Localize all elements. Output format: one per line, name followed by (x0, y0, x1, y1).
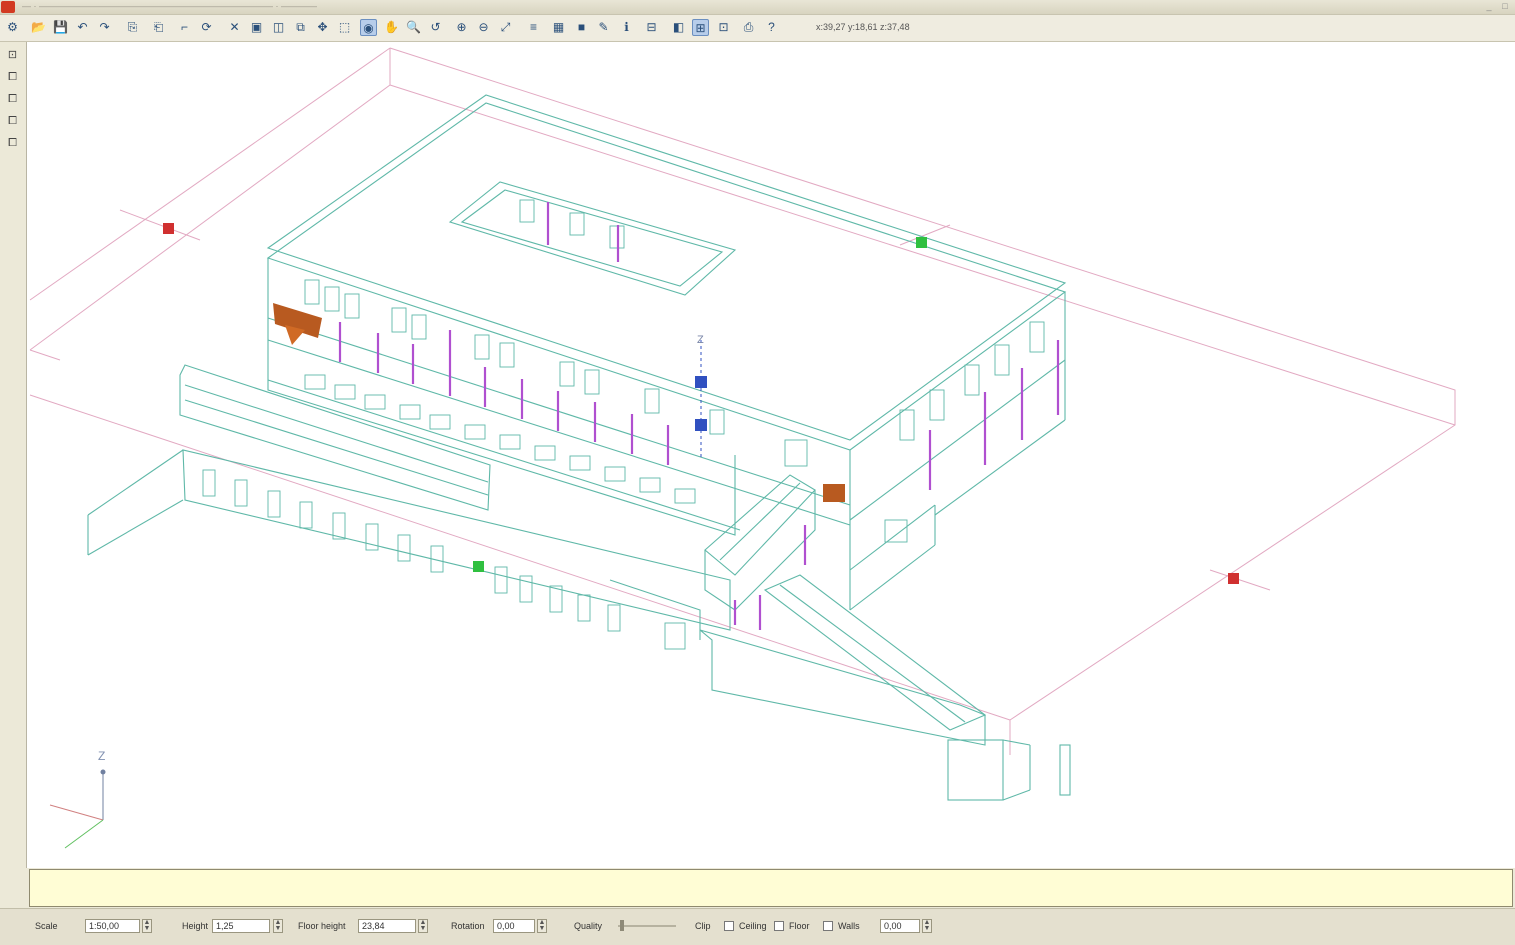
app-logo-icon[interactable] (1, 1, 15, 13)
help-icon[interactable]: ? (763, 19, 780, 36)
quality-slider-track[interactable] (618, 925, 676, 927)
top-view-icon[interactable]: ⧠ (5, 114, 20, 129)
front-view-icon[interactable]: ⧠ (5, 70, 20, 85)
structural-columns (338, 202, 1060, 630)
select-icon[interactable]: ⬚ (336, 19, 353, 36)
floor-checkbox[interactable] (774, 921, 784, 931)
save-icon[interactable]: 💾 (52, 19, 69, 36)
minimize-button[interactable]: _ (1483, 0, 1495, 12)
coordinate-readout: x:39,27 y:18,61 z:37,48 (816, 22, 910, 32)
print-icon[interactable]: ⎙ (740, 19, 757, 36)
floor-height-field[interactable]: 23,84 (358, 919, 416, 933)
floor-label: Floor (789, 921, 810, 931)
paste-icon[interactable]: ⎗ (150, 19, 167, 36)
section-icon[interactable]: ◧ (670, 19, 687, 36)
copy-object-icon[interactable]: ⧉ (292, 19, 309, 36)
quality-label: Quality (574, 921, 603, 931)
scale-field[interactable]: 1:50,00 (85, 919, 140, 933)
marker-green[interactable] (916, 237, 927, 248)
render-icon[interactable]: ▦ (550, 19, 567, 36)
grid-icon[interactable]: ⊡ (715, 19, 732, 36)
scale-stepper[interactable]: ▲ ▼ (142, 919, 152, 933)
marker-green[interactable] (473, 561, 484, 572)
zoom-in-icon[interactable]: ⊕ (453, 19, 470, 36)
select-tool-icon[interactable]: ⊡ (5, 48, 20, 63)
ceiling-label: Ceiling (739, 921, 767, 931)
edit-icon[interactable]: ✎ (595, 19, 612, 36)
axis-gizmo: Z (49, 749, 106, 849)
floor-height-label: Floor height (298, 921, 346, 931)
iso-view-icon[interactable]: ⧠ (5, 136, 20, 151)
undo-icon[interactable]: ↶ (74, 19, 91, 36)
orbit-icon[interactable]: ⟳ (198, 19, 215, 36)
delete-icon[interactable]: ✕ (226, 19, 243, 36)
rotation-stepper[interactable]: ▲ ▼ (537, 919, 547, 933)
walls-stepper[interactable]: ▲ ▼ (922, 919, 932, 933)
quality-slider-thumb[interactable] (620, 920, 624, 931)
walls-label: Walls (838, 921, 860, 931)
fill-icon[interactable]: ■ (573, 19, 590, 36)
z-handle-label: Z (697, 334, 704, 346)
zoom-fit-icon[interactable]: ⤢ (497, 19, 514, 36)
3d-viewport[interactable]: Z Z (27, 42, 1515, 868)
command-line[interactable] (29, 869, 1513, 907)
plan-view-icon[interactable]: ⊞ (692, 19, 709, 36)
rotation-field[interactable]: 0,00 (493, 919, 535, 933)
building-wireframe (87, 94, 1071, 801)
rotate-icon[interactable]: ↺ (427, 19, 444, 36)
pan-icon[interactable]: ✋ (383, 19, 400, 36)
height-label: Height (182, 921, 209, 931)
side-toolbar: ⊡ ⧠ ⧠ ⧠ ⧠ (0, 42, 27, 868)
marker-blue[interactable] (695, 419, 707, 431)
main-toolbar: ⚙ 📂 💾 ↶ ↷ ⎘ ⎗ ⌐ ⟳ ✕ ▣ ◫ ⧉ ✥ ⬚ ◉ ✋ 🔍 ↺ ⊕ ⊖ ⤢ ≡ ▦ ■ ✎ ℹ ⊟ ◧ ⊞ ⊡ ⎙? x:39,2… (0, 15, 1515, 42)
height-field[interactable]: 1,25 (212, 919, 270, 933)
window-title: — · —————————————————————————— · ———— (22, 1, 317, 11)
zoom-out-icon[interactable]: ⊖ (475, 19, 492, 36)
copy-icon[interactable]: ⎘ (124, 19, 141, 36)
list-icon[interactable]: ≡ (525, 19, 542, 36)
zoom-icon[interactable]: 🔍 (405, 19, 422, 36)
layers-icon[interactable]: ◫ (270, 19, 287, 36)
floor-height-stepper[interactable]: ▲ ▼ (418, 919, 428, 933)
box-icon[interactable]: ▣ (248, 19, 265, 36)
settings-icon[interactable]: ⚙ (4, 19, 21, 36)
walls-field[interactable]: 0,00 (880, 919, 920, 933)
open-icon[interactable]: 📂 (30, 19, 47, 36)
view-3d-icon[interactable]: ◉ (360, 19, 377, 36)
axis-z-label: Z (98, 749, 105, 763)
redo-icon[interactable]: ↷ (96, 19, 113, 36)
side-view-icon[interactable]: ⧠ (5, 92, 20, 107)
maximize-button[interactable]: □ (1499, 0, 1511, 12)
model-wireframe[interactable]: Z Z (27, 42, 1515, 868)
marker-blue[interactable] (695, 376, 707, 388)
window-controls: _ □ (1483, 0, 1511, 12)
site-boundary (29, 47, 1456, 755)
title-bar: — · —————————————————————————— · ———— _ … (0, 0, 1515, 15)
height-stepper[interactable]: ▲ ▼ (273, 919, 283, 933)
ceiling-checkbox[interactable] (724, 921, 734, 931)
status-bar: Scale 1:50,00 ▲ ▼ Height 1,25 ▲ ▼ Floor he… (0, 908, 1515, 945)
rotation-label: Rotation (451, 921, 485, 931)
marker-red[interactable] (163, 223, 174, 234)
move-icon[interactable]: ✥ (314, 19, 331, 36)
scale-label: Scale (35, 921, 58, 931)
line-tool-icon[interactable]: ⌐ (176, 19, 193, 36)
info-icon[interactable]: ℹ (618, 19, 635, 36)
marker-red[interactable] (1228, 573, 1239, 584)
walls-checkbox[interactable] (823, 921, 833, 931)
clip-label: Clip (695, 921, 711, 931)
stack-icon[interactable]: ⊟ (643, 19, 660, 36)
